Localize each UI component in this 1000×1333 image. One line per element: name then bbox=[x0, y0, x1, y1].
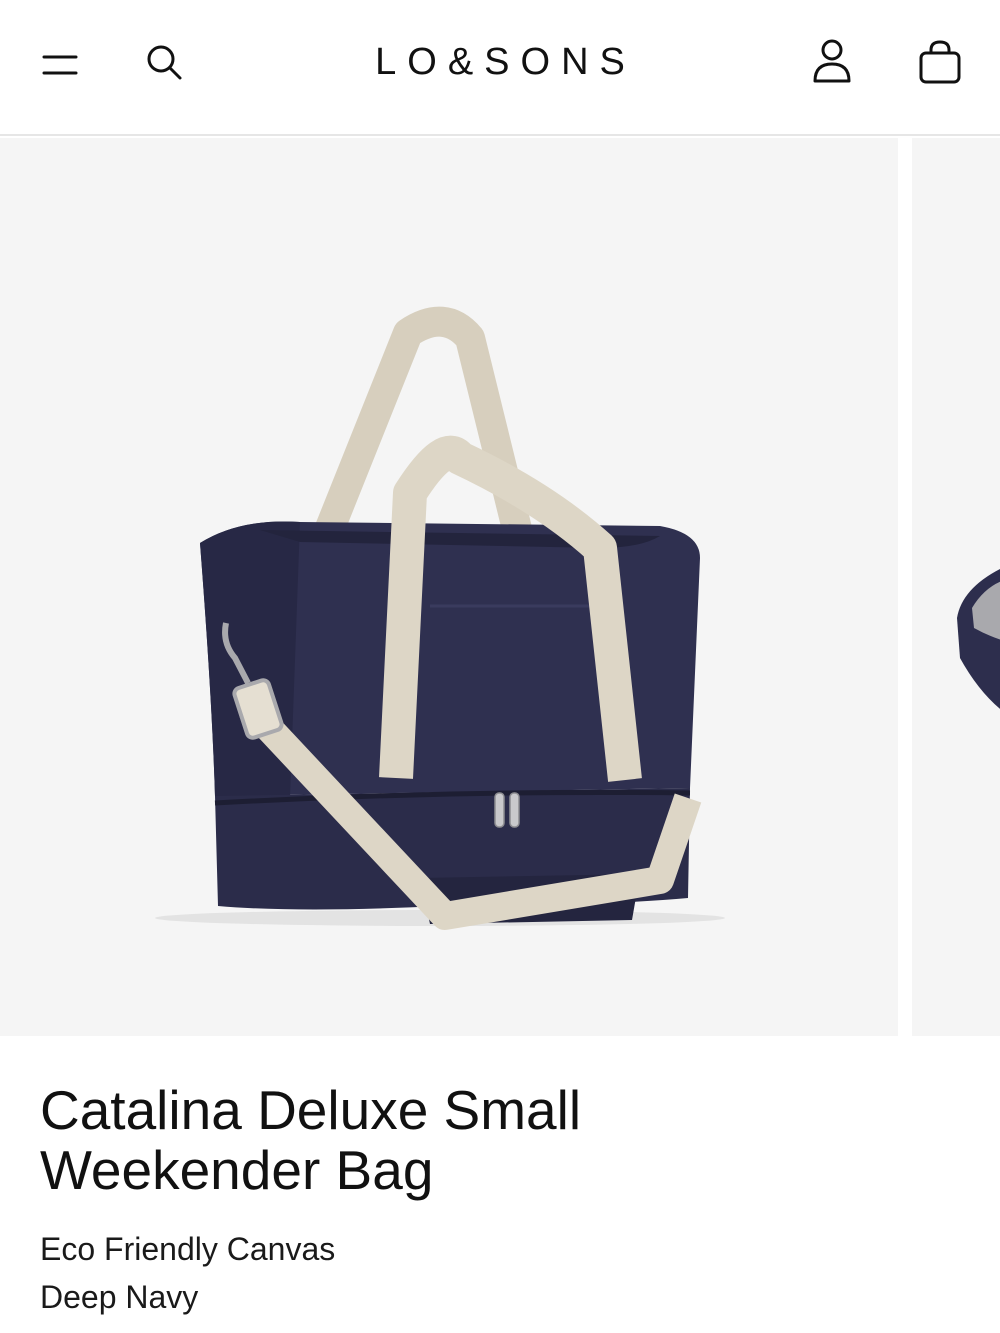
product-title: Catalina Deluxe Small Weekender Bag bbox=[40, 1079, 582, 1201]
menu-button[interactable] bbox=[30, 38, 86, 86]
account-button[interactable] bbox=[804, 32, 860, 90]
product-image-gallery[interactable] bbox=[0, 138, 1000, 1038]
account-icon bbox=[813, 39, 851, 83]
shopping-bag-icon bbox=[919, 40, 961, 84]
cart-button[interactable] bbox=[910, 34, 970, 90]
brand-logo[interactable]: LO&SONS bbox=[350, 40, 650, 84]
product-material: Eco Friendly Canvas bbox=[40, 1231, 336, 1267]
product-color: Deep Navy bbox=[40, 1279, 199, 1315]
product-image-next-peek[interactable] bbox=[912, 138, 1000, 1036]
next-product-image bbox=[957, 569, 1000, 709]
product-info: Catalina Deluxe Small Weekender Bag Eco … bbox=[40, 1080, 960, 1321]
search-icon bbox=[147, 45, 182, 80]
search-button[interactable] bbox=[138, 36, 190, 88]
product-image-main[interactable] bbox=[0, 138, 898, 1036]
weekender-bag-image bbox=[155, 306, 725, 930]
menu-icon bbox=[42, 55, 78, 75]
site-header: LO&SONS bbox=[0, 0, 1000, 136]
